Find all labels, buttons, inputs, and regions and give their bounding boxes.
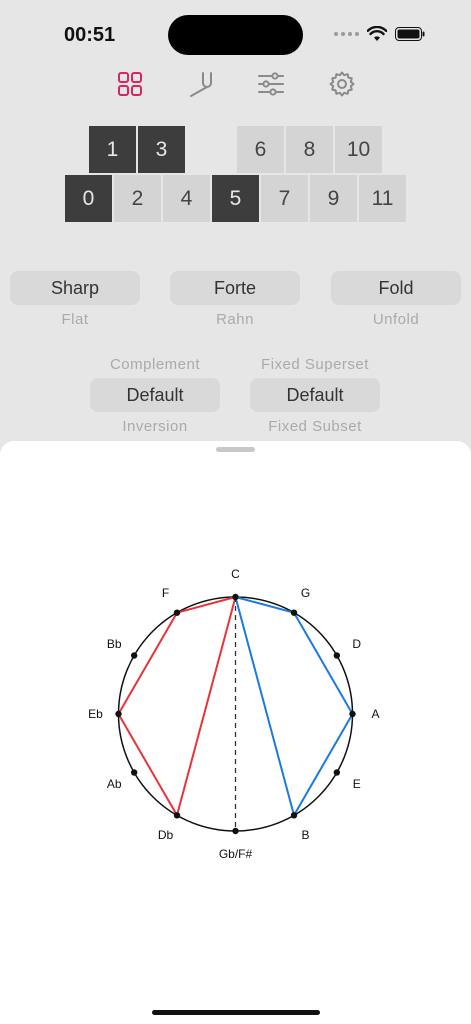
tool-settings[interactable]: [324, 66, 360, 102]
circle-of-fifths-diagram: C G D A E B Gb/F# Db Ab Eb Bb F: [88, 567, 379, 861]
key-6[interactable]: 6: [237, 126, 284, 173]
top-toolbar: [112, 66, 360, 102]
note-point: [130, 769, 138, 776]
note-label: Bb: [107, 637, 122, 651]
note-point: [130, 652, 138, 659]
blue-pitch-set-polygon: [234, 596, 354, 817]
tuning-fork-icon: [189, 72, 212, 97]
gear-icon: [329, 71, 355, 97]
key-1[interactable]: 1: [89, 126, 136, 173]
forte-rahn-toggle[interactable]: Forte: [170, 271, 300, 305]
fixed-subset-alt-label[interactable]: Fixed Subset: [235, 418, 395, 435]
note-point: [232, 593, 239, 601]
note-point: [349, 710, 356, 718]
note-label: Gb/F#: [219, 847, 253, 861]
note-point: [333, 769, 341, 776]
key-4[interactable]: 4: [163, 175, 210, 222]
note-point: [333, 652, 341, 659]
grid-icon: [118, 72, 142, 96]
key-10[interactable]: 10: [335, 126, 382, 173]
sliders-icon: [258, 72, 285, 96]
note-label: G: [301, 586, 310, 600]
dynamic-island: [168, 15, 303, 55]
superset-subset-toggle[interactable]: Default: [250, 378, 380, 412]
complement-alt-label[interactable]: Complement: [90, 356, 220, 373]
key-11[interactable]: 11: [359, 175, 406, 222]
note-label: B: [301, 828, 309, 842]
status-time: 00:51: [64, 24, 116, 46]
key-2[interactable]: 2: [114, 175, 161, 222]
key-8[interactable]: 8: [286, 126, 333, 173]
tool-sliders[interactable]: [253, 66, 289, 102]
key-0[interactable]: 0: [65, 175, 112, 222]
flat-alt-label[interactable]: Flat: [10, 311, 140, 328]
tool-tuning[interactable]: [183, 66, 219, 102]
rahn-alt-label[interactable]: Rahn: [170, 311, 300, 328]
unfold-alt-label[interactable]: Unfold: [331, 311, 461, 328]
cellular-signal-icon: [334, 32, 359, 36]
note-point: [290, 812, 298, 819]
note-point: [290, 609, 298, 616]
note-label: D: [352, 637, 361, 651]
note-point: [173, 609, 181, 616]
status-bar: 00:51: [0, 0, 471, 70]
red-pitch-set-polygon: [117, 596, 237, 817]
fold-unfold-toggle[interactable]: Fold: [331, 271, 461, 305]
complement-inversion-toggle[interactable]: Default: [90, 378, 220, 412]
note-label: C: [231, 567, 240, 581]
note-label: E: [353, 777, 361, 791]
note-label: Ab: [107, 777, 122, 791]
note-label: A: [371, 707, 379, 721]
wifi-icon: [367, 26, 387, 41]
key-9[interactable]: 9: [310, 175, 357, 222]
home-indicator[interactable]: [152, 1010, 320, 1015]
bottom-sheet: C G D A E B Gb/F# Db Ab Eb Bb F: [0, 441, 471, 1024]
note-point: [115, 710, 122, 718]
note-label: Eb: [88, 707, 103, 721]
note-label: Db: [158, 828, 174, 842]
key-5[interactable]: 5: [212, 175, 259, 222]
fixed-superset-alt-label[interactable]: Fixed Superset: [235, 356, 395, 373]
battery-icon: [395, 27, 425, 41]
note-point: [232, 827, 239, 835]
note-label: F: [162, 586, 169, 600]
key-3[interactable]: 3: [138, 126, 185, 173]
tool-grid[interactable]: [112, 66, 148, 102]
status-icons: [334, 26, 425, 42]
sharp-flat-toggle[interactable]: Sharp: [10, 271, 140, 305]
inversion-alt-label[interactable]: Inversion: [90, 418, 220, 435]
key-7[interactable]: 7: [261, 175, 308, 222]
note-point: [173, 812, 181, 819]
